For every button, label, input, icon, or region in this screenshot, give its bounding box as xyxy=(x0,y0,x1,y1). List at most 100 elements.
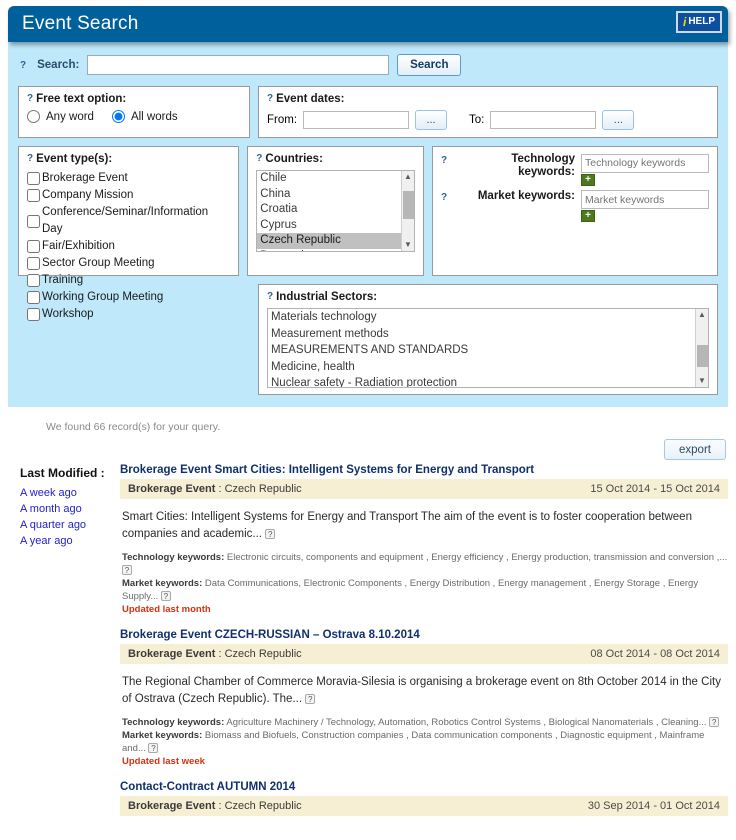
result-title-link[interactable]: Brokerage Event Smart Cities: Intelligen… xyxy=(120,464,728,476)
market-keywords-help-icon[interactable]: ? xyxy=(148,743,159,754)
list-item[interactable]: MEASUREMENTS AND STANDARDS xyxy=(268,342,708,359)
industrial-sectors-fieldset: ? Industrial Sectors: Materials technolo… xyxy=(258,284,718,395)
list-item[interactable]: Materials technology xyxy=(268,309,708,326)
market-keywords-help-icon[interactable]: ? xyxy=(441,192,447,203)
checkbox-input[interactable] xyxy=(27,214,40,228)
list-item[interactable]: Nuclear safety - Radiation protection xyxy=(268,375,708,387)
market-keywords-label: Market keywords: xyxy=(122,578,203,589)
export-row: export xyxy=(0,433,736,460)
list-item[interactable]: China xyxy=(257,187,414,203)
result-title-link[interactable]: Brokerage Event CZECH-RUSSIAN – Ostrava … xyxy=(120,629,728,641)
industrial-sectors-listbox[interactable]: Materials technology Measurement methods… xyxy=(267,308,709,388)
last-modified-link-year[interactable]: A year ago xyxy=(20,533,120,549)
date-to-picker-button[interactable]: ... xyxy=(602,110,635,130)
search-label: Search: xyxy=(37,59,80,71)
search-button[interactable]: Search xyxy=(397,54,462,76)
scrollbar-thumb[interactable] xyxy=(697,345,708,367)
event-dates-help-icon[interactable]: ? xyxy=(267,93,273,104)
result-separator: : xyxy=(215,800,225,812)
countries-scrollbar[interactable]: ▲ ▼ xyxy=(401,171,414,251)
last-modified-filter: Last Modified : A week ago A month ago A… xyxy=(8,464,120,830)
last-modified-link-month[interactable]: A month ago xyxy=(20,501,120,517)
checkbox-company-mission[interactable]: Company Mission xyxy=(27,187,230,204)
checkbox-sector-group-meeting[interactable]: Sector Group Meeting xyxy=(27,255,230,272)
event-dates-legend: ? Event dates: xyxy=(267,93,709,105)
search-input[interactable] xyxy=(87,55,390,75)
last-modified-link-week[interactable]: A week ago xyxy=(20,485,120,501)
result-item: Brokerage Event Smart Cities: Intelligen… xyxy=(120,464,728,615)
sectors-scrollbar[interactable]: ▲ ▼ xyxy=(695,309,708,387)
countries-help-icon[interactable]: ? xyxy=(256,153,262,164)
scroll-up-arrow-icon[interactable]: ▲ xyxy=(698,309,706,321)
date-from-picker-button[interactable]: ... xyxy=(415,110,448,130)
add-market-keyword-button[interactable]: + xyxy=(581,210,595,222)
market-keywords-input[interactable] xyxy=(581,190,709,209)
export-button[interactable]: export xyxy=(664,439,726,460)
search-panel: ? Search: Search ? Free text option: Any… xyxy=(8,42,728,407)
technology-keywords-label: Technology keywords: xyxy=(122,717,225,728)
scroll-down-arrow-icon[interactable]: ▼ xyxy=(404,239,412,251)
market-keywords-row: ? Market keywords: + xyxy=(441,190,709,222)
free-text-help-icon[interactable]: ? xyxy=(27,93,33,104)
checkbox-label: Sector Group Meeting xyxy=(42,257,155,269)
free-text-legend-label: Free text option: xyxy=(36,93,127,105)
result-item: Contact-Contract AUTUMN 2014 Brokerage E… xyxy=(120,781,728,816)
help-button[interactable]: i HELP xyxy=(676,11,722,33)
scroll-up-arrow-icon[interactable]: ▲ xyxy=(404,171,412,183)
result-market-keywords: Market keywords: Biomass and Biofuels, C… xyxy=(120,729,728,755)
list-item[interactable]: Medicine, health xyxy=(268,359,708,376)
technology-keywords-input[interactable] xyxy=(581,153,709,173)
checkbox-label: Conference/Seminar/Information Day xyxy=(42,206,209,235)
list-item[interactable]: Measurement methods xyxy=(268,326,708,343)
event-types-help-icon[interactable]: ? xyxy=(27,153,33,164)
checkbox-conference-seminar[interactable]: Conference/Seminar/Information Day xyxy=(27,204,230,238)
radio-all-words[interactable] xyxy=(111,110,125,123)
list-item[interactable]: Denmark xyxy=(257,249,414,251)
event-types-legend-label: Event type(s): xyxy=(36,153,113,165)
event-dates-fieldset: ? Event dates: From: ... To: ... xyxy=(258,86,718,138)
result-meta-bar: Brokerage Event : Czech Republic 08 Oct … xyxy=(120,644,728,664)
technology-keywords-help-icon[interactable]: ? xyxy=(441,155,447,166)
checkbox-brokerage-event[interactable]: Brokerage Event xyxy=(27,170,230,187)
list-item[interactable]: Cyprus xyxy=(257,218,414,234)
radio-all-words-label: All words xyxy=(130,110,178,123)
radio-any-word[interactable] xyxy=(27,110,40,123)
checkbox-input[interactable] xyxy=(27,257,40,270)
countries-listbox[interactable]: Chile China Croatia Cyprus Czech Republi… xyxy=(256,170,415,252)
technology-keywords-help-icon[interactable]: ? xyxy=(709,717,720,728)
checkbox-input[interactable] xyxy=(27,240,40,253)
result-type: Brokerage Event xyxy=(128,648,216,660)
help-button-label: HELP xyxy=(688,16,715,27)
date-from-input[interactable] xyxy=(303,111,410,129)
description-help-icon[interactable]: ? xyxy=(265,528,276,539)
list-item[interactable]: Croatia xyxy=(257,202,414,218)
checkbox-input[interactable] xyxy=(27,189,40,202)
list-item-selected[interactable]: Czech Republic xyxy=(257,233,414,249)
sectors-list: Materials technology Measurement methods… xyxy=(268,309,708,387)
checkbox-fair-exhibition[interactable]: Fair/Exhibition xyxy=(27,238,230,255)
keywords-column: ? Technology keywords: + ? Market keywor… xyxy=(432,146,718,276)
search-help-icon[interactable]: ? xyxy=(20,60,26,71)
result-country: Czech Republic xyxy=(224,483,302,495)
scrollbar-thumb[interactable] xyxy=(403,191,414,219)
technology-keywords-help-icon[interactable]: ? xyxy=(122,565,132,576)
result-country: Czech Republic xyxy=(224,800,302,812)
results-list: Brokerage Event Smart Cities: Intelligen… xyxy=(120,464,728,830)
search-row: ? Search: Search xyxy=(18,52,718,86)
result-market-keywords: Market keywords: Data Communications, El… xyxy=(120,577,728,603)
checkbox-input[interactable] xyxy=(27,172,40,185)
list-item[interactable]: Chile xyxy=(257,171,414,187)
date-to-input[interactable] xyxy=(490,111,597,129)
result-type-country: Brokerage Event : Czech Republic xyxy=(128,483,302,495)
countries-list: Chile China Croatia Cyprus Czech Republi… xyxy=(257,171,414,251)
market-keywords-help-icon[interactable]: ? xyxy=(160,591,171,602)
info-icon: i xyxy=(682,15,687,29)
description-help-icon[interactable]: ? xyxy=(305,693,316,704)
result-title-link[interactable]: Contact-Contract AUTUMN 2014 xyxy=(120,781,728,793)
add-technology-keyword-button[interactable]: + xyxy=(581,173,595,186)
industrial-sectors-help-icon[interactable]: ? xyxy=(267,291,273,302)
scroll-down-arrow-icon[interactable]: ▼ xyxy=(698,375,706,387)
technology-keywords-row: ? Technology keywords: + xyxy=(441,153,709,186)
result-updated-badge: Updated last month xyxy=(122,604,211,615)
last-modified-link-quarter[interactable]: A quarter ago xyxy=(20,517,120,533)
